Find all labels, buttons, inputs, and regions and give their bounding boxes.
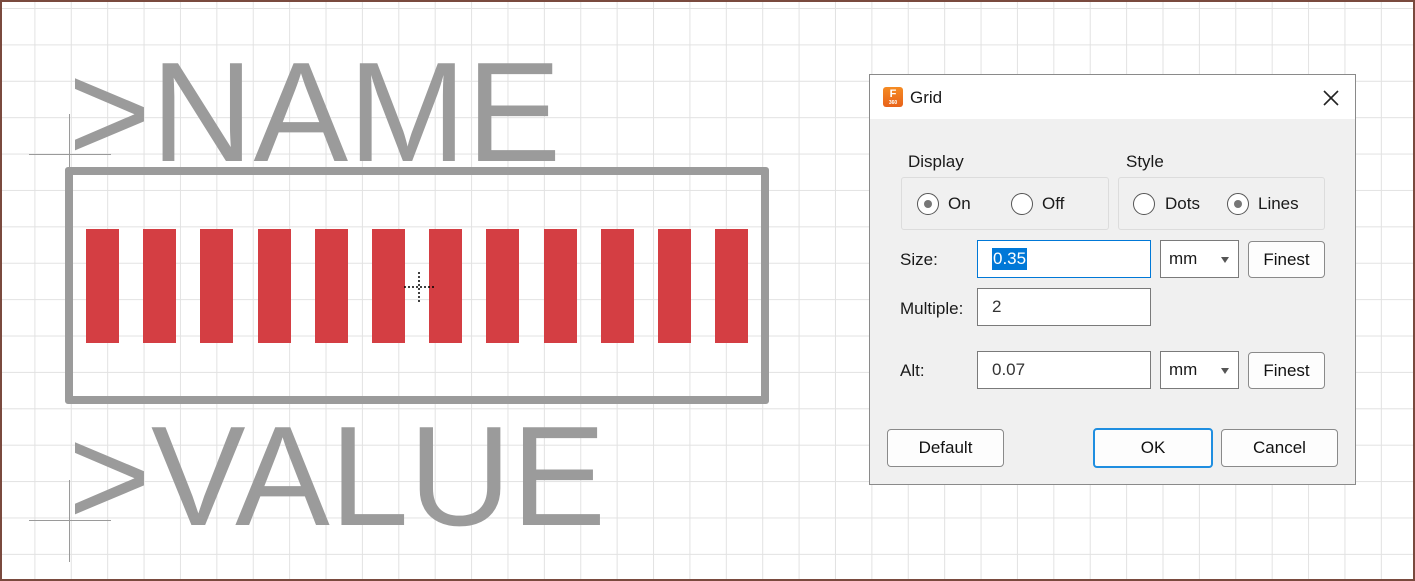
alt-label: Alt: xyxy=(900,361,925,380)
multiple-label: Multiple: xyxy=(900,299,964,318)
smd-pad[interactable] xyxy=(600,229,634,343)
display-off-label[interactable]: Off xyxy=(1042,194,1064,214)
dialog-titlebar[interactable]: F 360 Grid xyxy=(870,75,1355,119)
smd-pad[interactable] xyxy=(658,229,691,343)
size-finest-button[interactable]: Finest xyxy=(1248,241,1325,278)
smd-pad[interactable] xyxy=(486,229,520,343)
size-label: Size: xyxy=(900,250,938,269)
smd-pad[interactable] xyxy=(257,229,291,343)
size-unit-value: mm xyxy=(1169,249,1198,268)
alt-input-value: 0.07 xyxy=(992,360,1026,379)
display-on-radio[interactable] xyxy=(917,193,939,215)
dialog-title: Grid xyxy=(910,88,943,107)
multiple-input-value: 2 xyxy=(992,297,1002,316)
style-dots-label[interactable]: Dots xyxy=(1165,194,1200,214)
style-dots-radio[interactable] xyxy=(1133,193,1155,215)
grid-dialog: F 360 Grid Display On Off Style Dots Lin… xyxy=(869,74,1356,485)
smd-pad[interactable] xyxy=(715,229,749,343)
alt-unit-select[interactable]: mm xyxy=(1160,351,1239,389)
value-origin-marker-v xyxy=(69,480,70,562)
chevron-down-icon xyxy=(1221,368,1229,374)
ok-button[interactable]: OK xyxy=(1093,428,1213,468)
smd-pad[interactable] xyxy=(543,229,577,343)
style-group-label: Style xyxy=(1126,152,1164,171)
size-input[interactable]: 0.35 xyxy=(977,240,1151,278)
multiple-input[interactable]: 2 xyxy=(977,288,1151,326)
smd-pad[interactable] xyxy=(372,229,405,343)
display-off-radio[interactable] xyxy=(1011,193,1033,215)
cancel-button[interactable]: Cancel xyxy=(1221,429,1338,467)
style-lines-label[interactable]: Lines xyxy=(1258,194,1299,214)
crosshair-cursor-icon xyxy=(404,272,434,302)
close-icon[interactable] xyxy=(1318,85,1344,111)
smd-pad[interactable] xyxy=(86,229,119,343)
size-unit-select[interactable]: mm xyxy=(1160,240,1239,278)
value-label-text[interactable]: >VALUE xyxy=(68,406,606,548)
size-input-value: 0.35 xyxy=(992,248,1028,270)
smd-pad[interactable] xyxy=(429,229,463,343)
alt-input[interactable]: 0.07 xyxy=(977,351,1151,389)
display-on-label[interactable]: On xyxy=(948,194,971,214)
style-lines-radio[interactable] xyxy=(1227,193,1249,215)
smd-pad[interactable] xyxy=(314,229,348,343)
display-group-label: Display xyxy=(908,152,964,171)
value-origin-marker-h xyxy=(29,520,111,521)
name-label-text[interactable]: >NAME xyxy=(68,42,561,184)
smd-pad[interactable] xyxy=(200,229,234,343)
fusion-360-app-icon: F 360 xyxy=(883,87,903,107)
smd-pad[interactable] xyxy=(143,229,177,343)
alt-unit-value: mm xyxy=(1169,360,1198,379)
alt-finest-button[interactable]: Finest xyxy=(1248,352,1325,389)
default-button[interactable]: Default xyxy=(887,429,1004,467)
chevron-down-icon xyxy=(1221,257,1229,263)
name-origin-marker-h xyxy=(29,154,111,155)
